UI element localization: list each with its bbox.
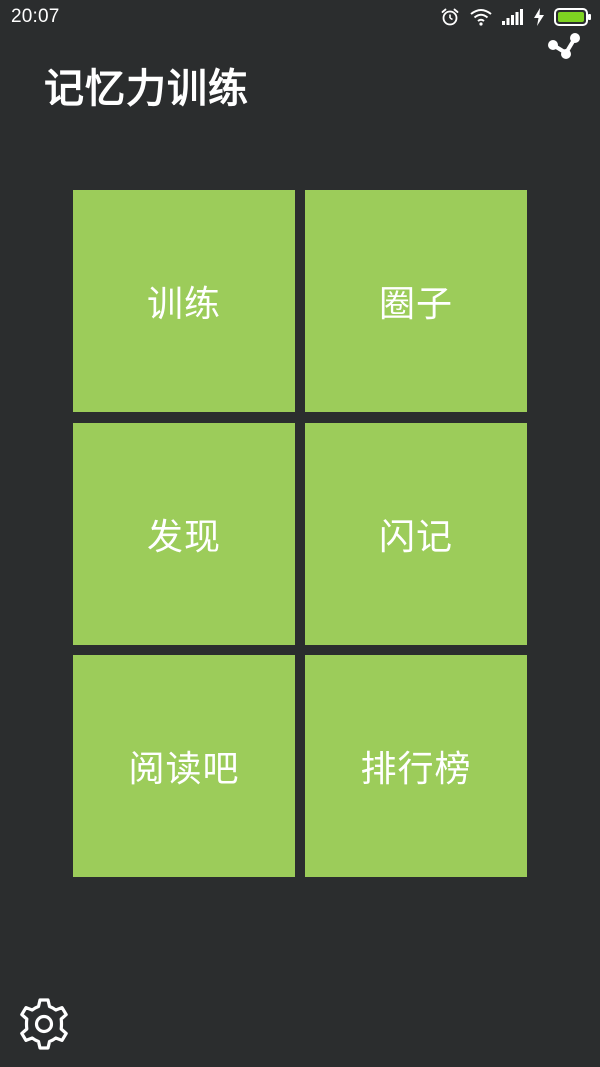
tile-training[interactable]: 训练 xyxy=(73,190,295,412)
wifi-icon xyxy=(470,8,492,26)
tile-label: 训练 xyxy=(146,284,221,325)
menu-grid: 训练 圈子 发现 闪记 阅读吧 排行榜 xyxy=(73,190,527,877)
share-icon xyxy=(546,33,582,68)
tile-leaderboard[interactable]: 排行榜 xyxy=(305,655,527,877)
tile-label: 闪记 xyxy=(378,516,453,558)
charging-icon xyxy=(534,8,544,26)
status-bar: 20:07 xyxy=(0,0,600,34)
gear-icon xyxy=(16,998,72,1056)
tile-label: 阅读吧 xyxy=(128,749,240,790)
status-time: 20:07 xyxy=(11,6,60,27)
settings-button[interactable] xyxy=(16,996,72,1052)
status-icons xyxy=(440,6,592,28)
tile-label: 发现 xyxy=(146,516,221,558)
battery-icon xyxy=(554,8,592,26)
tile-label: 圈子 xyxy=(378,284,453,325)
app-screen: 20:07 记忆力训练 训练 圈子 发现 闪记 阅读吧 排行榜 xyxy=(0,0,600,1067)
tile-discover[interactable]: 发现 xyxy=(73,422,295,645)
tile-circle[interactable]: 圈子 xyxy=(305,190,527,412)
share-button[interactable] xyxy=(546,32,582,64)
tile-flash-memory[interactable]: 闪记 xyxy=(305,422,527,645)
app-title: 记忆力训练 xyxy=(44,66,249,112)
tile-label: 排行榜 xyxy=(360,749,472,790)
signal-icon xyxy=(502,9,524,25)
tile-reading[interactable]: 阅读吧 xyxy=(73,655,295,877)
alarm-icon xyxy=(440,7,460,27)
